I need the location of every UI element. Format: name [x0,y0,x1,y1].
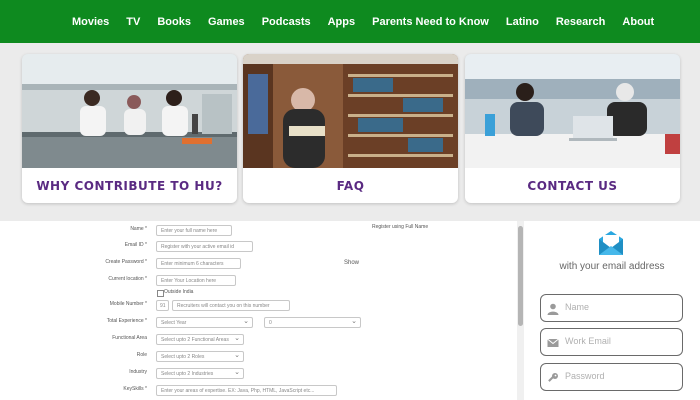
password-label: Create Password * [105,259,147,265]
name-label: Name * [130,226,147,232]
mobile-label: Mobile Number * [109,301,147,307]
mail-icon [547,336,559,348]
signup-heading: with your email address [559,261,665,272]
signup-email-placeholder: Work Email [565,336,611,346]
nav-item-latino[interactable]: Latino [506,16,539,28]
nav-item-apps[interactable]: Apps [328,16,356,28]
role-label: Role [136,352,147,358]
experience-label: Total Experience * [106,318,147,324]
nav-item-research[interactable]: Research [556,16,606,28]
signup-password-field[interactable]: Password [540,363,683,391]
nav-item-movies[interactable]: Movies [72,16,109,28]
card-label: CONTACT US [527,178,618,193]
nav-item-tv[interactable]: TV [126,16,140,28]
signup-password-placeholder: Password [565,371,605,381]
password-input[interactable]: Enter minimum 6 characters [156,258,241,269]
person-icon [547,302,559,315]
email-input[interactable]: Register with your active email id [156,241,253,252]
outside-india-label: Outside India [164,289,194,295]
mobile-input[interactable]: Recruiters will contact you on this numb… [172,300,290,311]
card-label: FAQ [336,178,365,193]
role-select[interactable]: Select upto 2 Roles [156,351,244,362]
name-hint: Register using Full Name [372,224,429,230]
form-scrollbar[interactable] [517,221,524,400]
functional-area-select[interactable]: Select upto 2 Functional Areas [156,334,244,345]
name-input[interactable]: Enter your full name here [156,225,232,236]
nav-item-books[interactable]: Books [157,16,191,28]
country-code-input[interactable]: 91 [156,300,169,311]
card-label: WHY CONTRIBUTE TO HU? [36,178,223,193]
card-faq[interactable]: FAQ [243,54,458,203]
top-nav: Movies TV Books Games Podcasts Apps Pare… [0,0,700,43]
signup-panel: with your email address Name Work Email … [524,221,700,400]
keyskills-label: KeySkills * [123,386,147,392]
functional-area-label: Functional Area [112,335,147,341]
envelope-icon [596,228,626,258]
experience-months-select[interactable]: 0 [264,317,361,328]
key-icon [547,371,559,383]
signup-name-placeholder: Name [565,302,590,312]
study-photo [465,54,680,168]
library-photo [243,54,458,168]
lab-photo [22,54,237,168]
nav-item-parents[interactable]: Parents Need to Know [372,16,489,28]
card-why-contribute[interactable]: WHY CONTRIBUTE TO HU? [22,54,237,203]
registration-form: Name * Enter your full name here Registe… [0,221,517,400]
nav-item-podcasts[interactable]: Podcasts [262,16,311,28]
outside-india-checkbox[interactable] [157,290,164,297]
signup-email-field[interactable]: Work Email [540,328,683,356]
industry-label: Industry [129,369,147,375]
email-label: Email ID * [124,242,147,248]
signup-name-field[interactable]: Name [540,294,683,322]
card-contact-us[interactable]: CONTACT US [465,54,680,203]
location-input[interactable]: Enter Your Location here [156,275,236,286]
nav-item-games[interactable]: Games [208,16,245,28]
scrollbar-thumb[interactable] [518,226,523,326]
experience-years-select[interactable]: Select Year [156,317,253,328]
cards-section: WHY CONTRIBUTE TO HU? FAQ CONTACT US [0,43,700,221]
keyskills-input[interactable]: Enter your areas of expertise. EX: Java,… [156,385,337,396]
show-password-link[interactable]: Show [344,260,359,266]
industry-select[interactable]: Select upto 2 Industries [156,368,244,379]
location-label: Current location * [108,276,147,282]
nav-item-about[interactable]: About [622,16,654,28]
